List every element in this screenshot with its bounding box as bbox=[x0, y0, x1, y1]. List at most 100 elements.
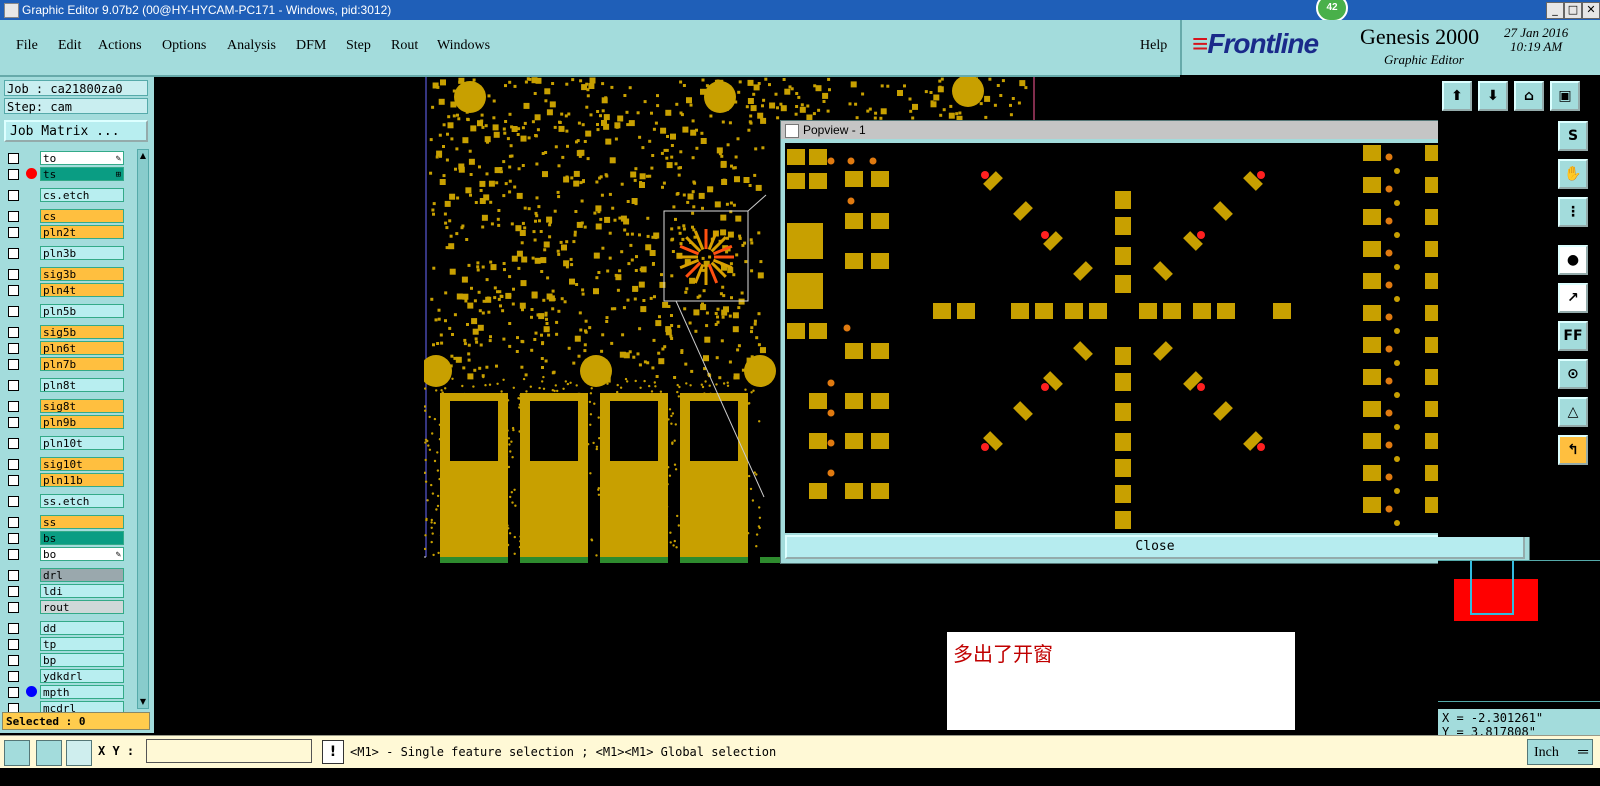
layer-label[interactable]: cs.etch bbox=[40, 188, 124, 202]
layer-row-pln5b[interactable]: pln5b bbox=[8, 304, 126, 318]
layer-checkbox[interactable] bbox=[8, 327, 19, 338]
layer-checkbox[interactable] bbox=[8, 401, 19, 412]
tool-frame-icon[interactable]: ▣ bbox=[1550, 81, 1580, 111]
popview-close-button[interactable]: Close bbox=[785, 535, 1525, 559]
layer-scrollbar[interactable]: ▲ ▼ bbox=[137, 149, 149, 709]
layer-row-pln6t[interactable]: pln6t bbox=[8, 341, 126, 355]
menu-windows[interactable]: Windows bbox=[437, 38, 490, 54]
layer-row-pln8t[interactable]: pln8t bbox=[8, 378, 126, 392]
xy-input[interactable] bbox=[146, 739, 312, 763]
minimap-viewport[interactable] bbox=[1470, 561, 1514, 615]
maximize-button[interactable]: □ bbox=[1564, 2, 1582, 19]
tool-circle-icon[interactable]: ● bbox=[1558, 245, 1588, 275]
layer-row-ss[interactable]: ss bbox=[8, 515, 126, 529]
layer-checkbox[interactable] bbox=[8, 169, 19, 180]
layer-checkbox[interactable] bbox=[8, 359, 19, 370]
layer-checkbox[interactable] bbox=[8, 343, 19, 354]
tool-home-icon[interactable]: ⌂ bbox=[1514, 81, 1544, 111]
layer-row-ydkdrl[interactable]: ydkdrl bbox=[8, 669, 126, 683]
layer-checkbox[interactable] bbox=[8, 285, 19, 296]
menu-help[interactable]: Help bbox=[1140, 38, 1167, 54]
grid-icon[interactable] bbox=[66, 740, 92, 766]
layer-row-bp[interactable]: bp bbox=[8, 653, 126, 667]
layer-checkbox[interactable] bbox=[8, 570, 19, 581]
layer-row-cs-etch[interactable]: cs.etch bbox=[8, 188, 126, 202]
tool-s-icon[interactable]: S bbox=[1558, 121, 1588, 151]
tool-open-icon[interactable]: ⬆ bbox=[1442, 81, 1472, 111]
layer-checkbox[interactable] bbox=[8, 211, 19, 222]
menu-options[interactable]: Options bbox=[162, 38, 206, 54]
layer-checkbox[interactable] bbox=[8, 248, 19, 259]
layer-label[interactable]: mpth bbox=[40, 685, 124, 699]
layer-label[interactable]: pln10t bbox=[40, 436, 124, 450]
menu-rout[interactable]: Rout bbox=[391, 38, 418, 54]
tool-hand-icon[interactable]: ✋ bbox=[1558, 159, 1588, 189]
scroll-down-icon[interactable]: ▼ bbox=[139, 697, 147, 707]
layer-label[interactable]: pln4t bbox=[40, 283, 124, 297]
tool-route-icon[interactable]: ↰ bbox=[1558, 435, 1588, 465]
layer-row-bs[interactable]: bs bbox=[8, 531, 126, 545]
layer-checkbox[interactable] bbox=[8, 687, 19, 698]
layer-row-cs[interactable]: cs bbox=[8, 209, 126, 223]
layer-label[interactable]: ts ⊞ bbox=[40, 167, 124, 181]
layer-label[interactable]: tp bbox=[40, 637, 124, 651]
menu-file[interactable]: File bbox=[16, 38, 38, 54]
layer-label[interactable]: bs bbox=[40, 531, 124, 545]
layer-label[interactable]: ss bbox=[40, 515, 124, 529]
layer-label[interactable]: drl bbox=[40, 568, 124, 582]
layer-row-bo[interactable]: bo ✎ bbox=[8, 547, 126, 561]
layer-checkbox[interactable] bbox=[8, 438, 19, 449]
layer-row-dd[interactable]: dd bbox=[8, 621, 126, 635]
layer-row-tp[interactable]: tp bbox=[8, 637, 126, 651]
layer-row-mpth[interactable]: mpth bbox=[8, 685, 126, 699]
menu-edit[interactable]: Edit bbox=[58, 38, 81, 54]
angle-icon[interactable] bbox=[36, 740, 62, 766]
layer-label[interactable]: ss.etch bbox=[40, 494, 124, 508]
tool-triangle-icon[interactable]: △ bbox=[1558, 397, 1588, 427]
layer-checkbox[interactable] bbox=[8, 549, 19, 560]
layer-row-pln3b[interactable]: pln3b bbox=[8, 246, 126, 260]
layer-checkbox[interactable] bbox=[8, 190, 19, 201]
tool-ff-icon[interactable]: FF bbox=[1558, 321, 1588, 351]
layer-row-sig5b[interactable]: sig5b bbox=[8, 325, 126, 339]
layer-row-sig10t[interactable]: sig10t bbox=[8, 457, 126, 471]
layer-label[interactable]: pln7b bbox=[40, 357, 124, 371]
close-button[interactable]: ✕ bbox=[1582, 2, 1600, 19]
layer-checkbox[interactable] bbox=[8, 496, 19, 507]
layer-row-ts[interactable]: ts ⊞ bbox=[8, 167, 126, 181]
tool-save-icon[interactable]: ⬇ bbox=[1478, 81, 1508, 111]
layer-label[interactable]: cs bbox=[40, 209, 124, 223]
layer-checkbox[interactable] bbox=[8, 380, 19, 391]
layer-label[interactable]: bo ✎ bbox=[40, 547, 124, 561]
tool-network-icon[interactable]: ⊙ bbox=[1558, 359, 1588, 389]
layer-label[interactable]: sig3b bbox=[40, 267, 124, 281]
layer-checkbox[interactable] bbox=[8, 153, 19, 164]
layer-checkbox[interactable] bbox=[8, 459, 19, 470]
job-matrix-button[interactable]: Job Matrix ... bbox=[4, 120, 148, 142]
layer-checkbox[interactable] bbox=[8, 533, 19, 544]
layer-checkbox[interactable] bbox=[8, 517, 19, 528]
layer-row-to[interactable]: to ✎ bbox=[8, 151, 126, 165]
layer-row-sig3b[interactable]: sig3b bbox=[8, 267, 126, 281]
layer-checkbox[interactable] bbox=[8, 306, 19, 317]
menu-step[interactable]: Step bbox=[346, 38, 371, 54]
layer-label[interactable]: pln2t bbox=[40, 225, 124, 239]
menu-dfm[interactable]: DFM bbox=[296, 38, 326, 54]
layer-row-drl[interactable]: drl bbox=[8, 568, 126, 582]
layer-label[interactable]: rout bbox=[40, 600, 124, 614]
minimize-button[interactable]: _ bbox=[1546, 2, 1564, 19]
tool-layers-icon[interactable]: ⋮ bbox=[1558, 197, 1588, 227]
layer-checkbox[interactable] bbox=[8, 655, 19, 666]
layer-label[interactable]: ldi bbox=[40, 584, 124, 598]
layer-label[interactable]: sig10t bbox=[40, 457, 124, 471]
layer-label[interactable]: bp bbox=[40, 653, 124, 667]
layer-row-pln7b[interactable]: pln7b bbox=[8, 357, 126, 371]
layer-label[interactable]: pln8t bbox=[40, 378, 124, 392]
layer-row-ss-etch[interactable]: ss.etch bbox=[8, 494, 126, 508]
scroll-up-icon[interactable]: ▲ bbox=[139, 151, 147, 161]
layer-checkbox[interactable] bbox=[8, 623, 19, 634]
warning-button[interactable]: ! bbox=[322, 740, 344, 764]
popview-titlebar[interactable]: Popview - 1 ✕ bbox=[781, 121, 1529, 139]
layer-label[interactable]: ydkdrl bbox=[40, 669, 124, 683]
popview-canvas[interactable] bbox=[785, 143, 1492, 533]
